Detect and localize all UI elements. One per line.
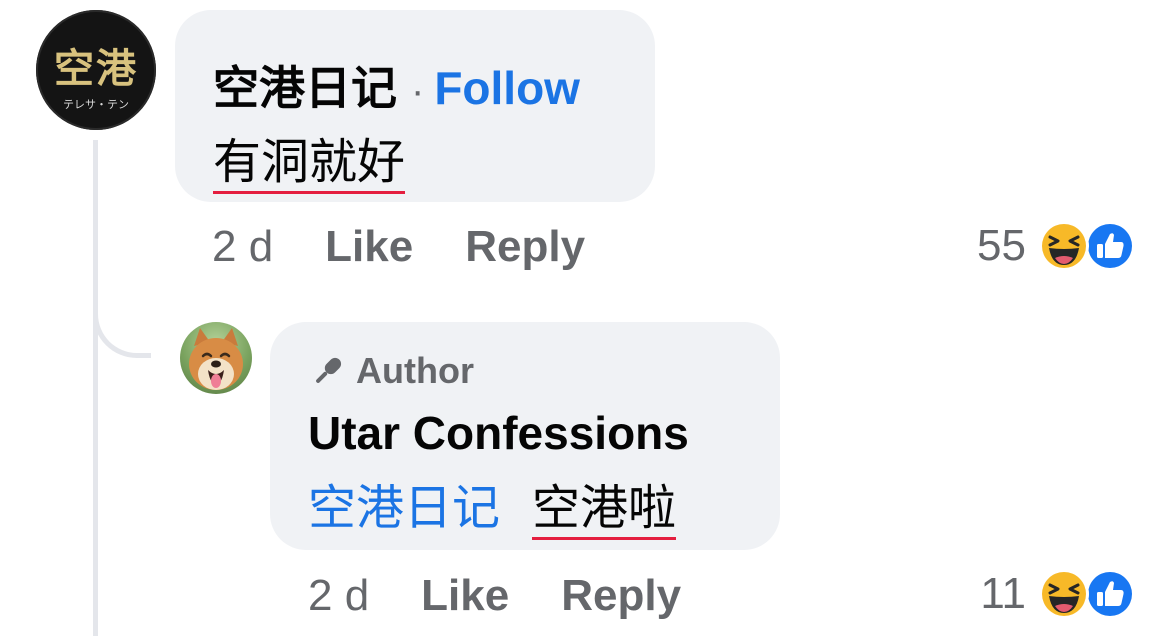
mention-link[interactable]: 空港日记	[308, 482, 500, 535]
reply-timestamp[interactable]: 2 d	[308, 571, 369, 621]
reaction-summary[interactable]: 11	[980, 568, 1136, 620]
reaction-count: 11	[980, 569, 1026, 618]
like-button[interactable]: Like	[325, 222, 413, 272]
comment-text: 有洞就好	[213, 122, 406, 194]
comment-body: 有洞就好	[213, 136, 406, 194]
reply-button[interactable]: Reply	[465, 222, 585, 272]
comment-author-name[interactable]: 空港日记	[213, 52, 397, 118]
comment-timestamp[interactable]: 2 d	[212, 222, 273, 272]
like-icon	[1085, 569, 1135, 619]
avatar[interactable]	[180, 322, 252, 394]
author-badge-label: Author	[356, 350, 474, 391]
reaction-icons	[1038, 220, 1136, 272]
reaction-icons	[1038, 568, 1136, 620]
haha-icon	[1039, 569, 1089, 619]
reply-body: 空港啦	[532, 482, 677, 540]
like-button[interactable]: Like	[421, 571, 509, 621]
avatar-logo-text: 空港	[54, 45, 138, 92]
separator-dot: ·	[411, 69, 425, 113]
microphone-icon	[316, 357, 342, 383]
follow-button[interactable]: Follow	[434, 61, 580, 115]
author-badge: Author	[308, 350, 474, 392]
like-icon	[1085, 221, 1135, 271]
comment-actions: 2 d Like Reply	[212, 222, 637, 272]
reply-button[interactable]: Reply	[561, 571, 681, 621]
reply-text: 空港日记 空港啦	[308, 468, 677, 540]
thread-connector-line	[93, 140, 98, 636]
dog-face-image	[189, 328, 243, 390]
reply-actions: 2 d Like Reply	[308, 571, 733, 621]
haha-icon	[1039, 221, 1089, 271]
comment-bubble: 空港日记 · Follow 有洞就好	[175, 10, 655, 202]
reply-connector-curve	[93, 260, 151, 358]
comment-header: 空港日记 · Follow	[213, 52, 580, 118]
reaction-summary[interactable]: 55	[977, 220, 1136, 272]
avatar-logo-subtext: テレサ・テン	[63, 99, 129, 111]
reply-bubble: Author Utar Confessions 空港日记 空港啦	[270, 322, 780, 550]
avatar[interactable]: 空港 テレサ・テン	[36, 10, 156, 130]
reply-author-name[interactable]: Utar Confessions	[308, 406, 689, 460]
reaction-count: 55	[977, 221, 1026, 270]
